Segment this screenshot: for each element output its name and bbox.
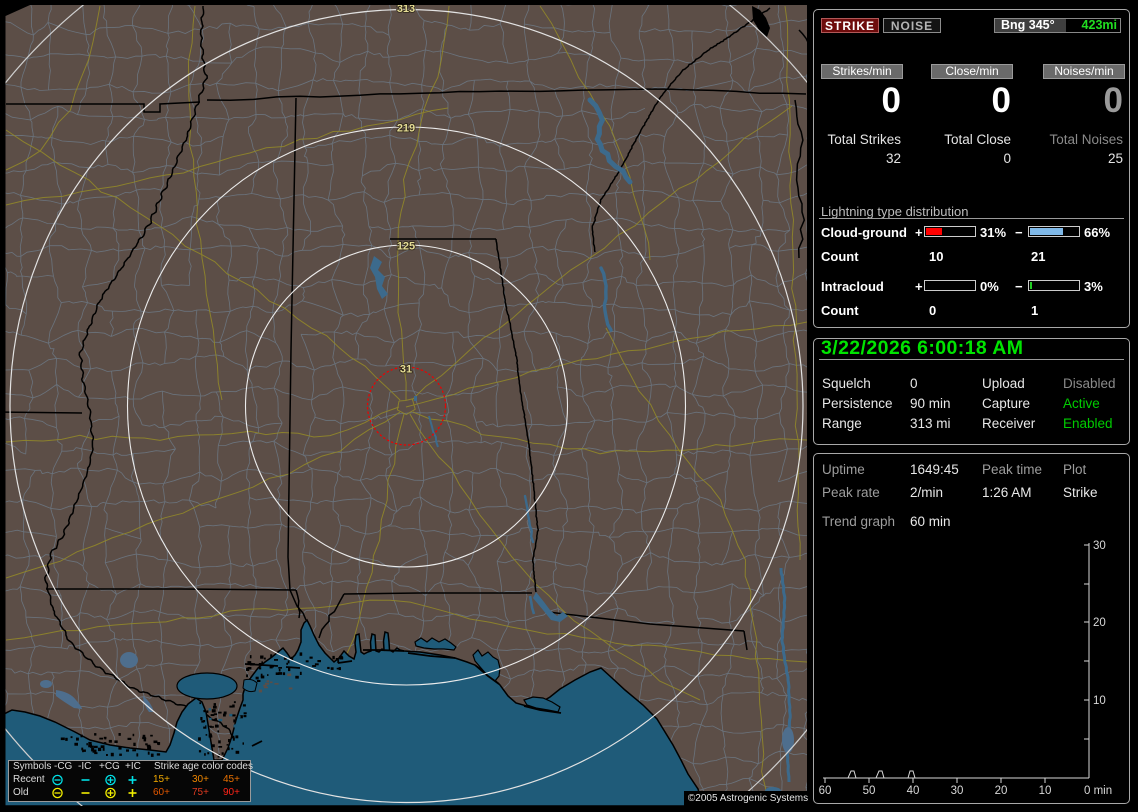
svg-text:31: 31 [400, 364, 412, 376]
svg-text:125: 125 [397, 241, 415, 253]
svg-text:50: 50 [863, 785, 876, 797]
svg-text:40: 40 [907, 785, 920, 797]
svg-text:30: 30 [951, 785, 964, 797]
svg-text:30: 30 [1093, 540, 1106, 552]
svg-text:20: 20 [1093, 617, 1106, 629]
svg-text:10: 10 [1039, 785, 1052, 797]
svg-text:0 min: 0 min [1084, 785, 1112, 797]
svg-text:10: 10 [1093, 695, 1106, 707]
svg-text:20: 20 [995, 785, 1008, 797]
svg-text:219: 219 [397, 123, 415, 135]
svg-text:60: 60 [819, 785, 832, 797]
